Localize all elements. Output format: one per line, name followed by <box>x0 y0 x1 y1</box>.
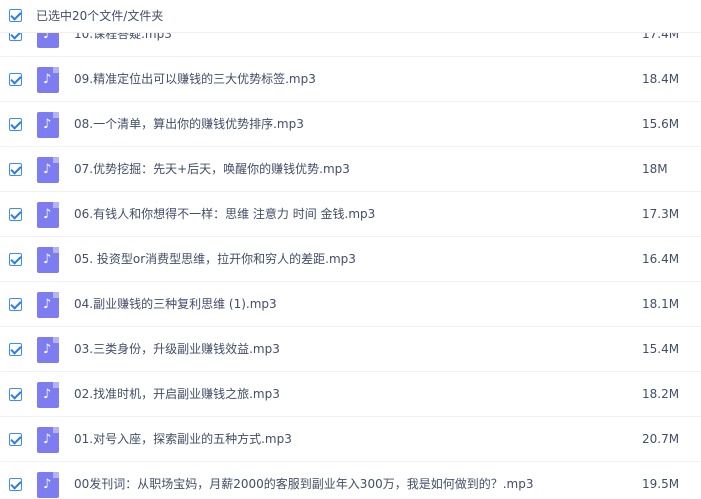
music-note-icon: ♪ <box>37 427 59 453</box>
file-name[interactable]: 08.一个清单，算出你的赚钱优势排序.mp3 <box>74 116 304 133</box>
row-checkbox[interactable] <box>9 118 22 131</box>
music-note-icon: ♪ <box>37 112 59 138</box>
file-row[interactable]: ♪ 06.有钱人和你想得不一样：思维 注意力 时间 金钱.mp3 17.3M <box>0 192 701 237</box>
file-size: 15.6M <box>642 117 680 131</box>
file-name[interactable]: 01.对号入座，探索副业的五种方式.mp3 <box>74 431 292 448</box>
file-size: 18.1M <box>642 297 680 311</box>
file-name[interactable]: 05. 投资型or消费型思维，拉开你和穷人的差距.mp3 <box>74 251 356 268</box>
music-note-icon: ♪ <box>37 337 59 363</box>
file-size: 19.5M <box>642 477 680 491</box>
file-name[interactable]: 04.副业赚钱的三种复利思维 (1).mp3 <box>74 296 277 313</box>
selection-header: 已选中20个文件/文件夹 <box>0 0 701 33</box>
file-size: 18.2M <box>642 387 680 401</box>
music-note-icon: ♪ <box>37 202 59 228</box>
file-row[interactable]: ♪ 05. 投资型or消费型思维，拉开你和穷人的差距.mp3 16.4M <box>0 237 701 282</box>
file-name[interactable]: 06.有钱人和你想得不一样：思维 注意力 时间 金钱.mp3 <box>74 206 375 223</box>
row-checkbox[interactable] <box>9 433 22 446</box>
music-note-icon: ♪ <box>37 472 59 498</box>
file-name[interactable]: 00发刊词：从职场宝妈，月薪2000的客服到副业年入300万，我是如何做到的？.… <box>74 476 533 493</box>
file-name[interactable]: 03.三类身份，升级副业赚钱效益.mp3 <box>74 341 280 358</box>
music-note-icon: ♪ <box>37 247 59 273</box>
file-name[interactable]: 09.精准定位出可以赚钱的三大优势标签.mp3 <box>74 71 316 88</box>
file-row[interactable]: ♪ 09.精准定位出可以赚钱的三大优势标签.mp3 18.4M <box>0 57 701 102</box>
file-row[interactable]: ♪ 02.找准时机，开启副业赚钱之旅.mp3 18.2M <box>0 372 701 417</box>
file-size: 15.4M <box>642 342 680 356</box>
file-name[interactable]: 02.找准时机，开启副业赚钱之旅.mp3 <box>74 386 280 403</box>
music-note-icon: ♪ <box>37 382 59 408</box>
file-row[interactable]: ♪ 00发刊词：从职场宝妈，月薪2000的客服到副业年入300万，我是如何做到的… <box>0 462 701 499</box>
file-name[interactable]: 07.优势挖掘：先天+后天，唤醒你的赚钱优势.mp3 <box>74 161 350 178</box>
file-size: 18M <box>642 162 668 176</box>
file-row[interactable]: ♪ 01.对号入座，探索副业的五种方式.mp3 20.7M <box>0 417 701 462</box>
row-checkbox[interactable] <box>9 388 22 401</box>
music-note-icon: ♪ <box>37 157 59 183</box>
file-row[interactable]: ♪ 08.一个清单，算出你的赚钱优势排序.mp3 15.6M <box>0 102 701 147</box>
row-checkbox[interactable] <box>9 253 22 266</box>
row-checkbox[interactable] <box>9 73 22 86</box>
row-checkbox[interactable] <box>9 298 22 311</box>
selection-count-label: 已选中20个文件/文件夹 <box>36 9 164 23</box>
row-checkbox[interactable] <box>9 478 22 491</box>
select-all-checkbox[interactable] <box>9 9 22 22</box>
file-row[interactable]: ♪ 03.三类身份，升级副业赚钱效益.mp3 15.4M <box>0 327 701 372</box>
file-size: 20.7M <box>642 432 680 446</box>
music-note-icon: ♪ <box>37 292 59 318</box>
file-row[interactable]: ♪ 07.优势挖掘：先天+后天，唤醒你的赚钱优势.mp3 18M <box>0 147 701 192</box>
file-size: 17.3M <box>642 207 680 221</box>
file-row[interactable]: ♪ 04.副业赚钱的三种复利思维 (1).mp3 18.1M <box>0 282 701 327</box>
row-checkbox[interactable] <box>9 208 22 221</box>
row-checkbox[interactable] <box>9 163 22 176</box>
file-size: 16.4M <box>642 252 680 266</box>
music-note-icon: ♪ <box>37 67 59 93</box>
file-size: 18.4M <box>642 72 680 86</box>
file-list: ♪ 10.课程答疑.mp3 17.4M ♪ 09.精准定位出可以赚钱的三大优势标… <box>0 0 701 499</box>
row-checkbox[interactable] <box>9 343 22 356</box>
